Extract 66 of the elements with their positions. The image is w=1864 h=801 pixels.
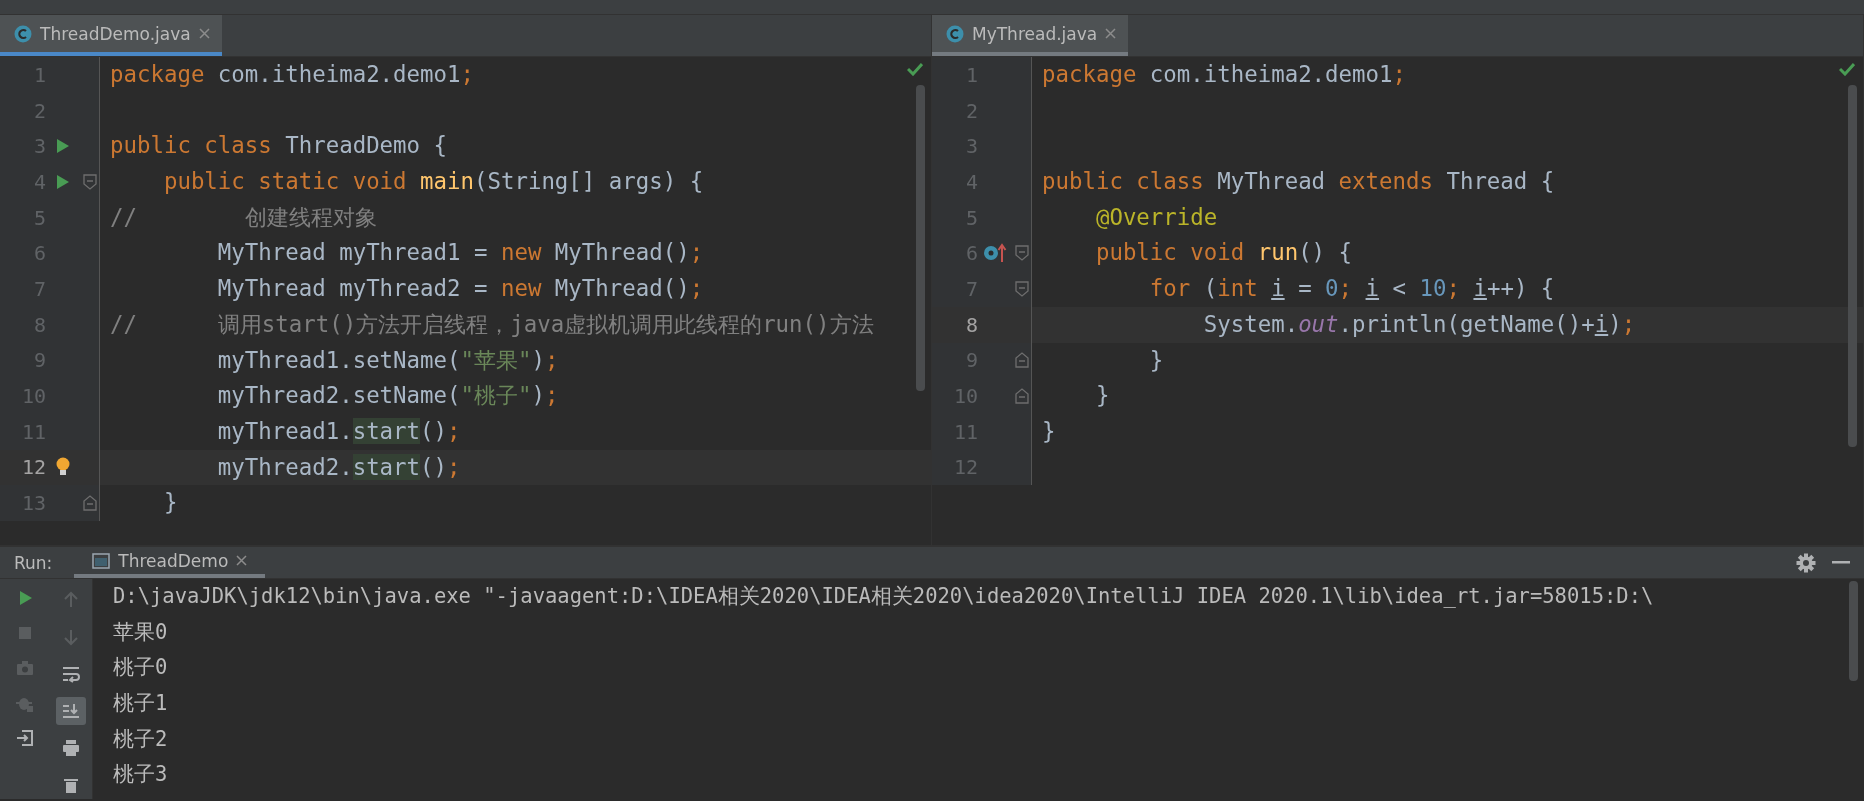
console-icon	[92, 552, 111, 569]
fold-icon[interactable]	[83, 173, 97, 190]
close-icon[interactable]	[236, 555, 248, 566]
line-number: 8	[964, 312, 978, 337]
run-tab[interactable]: ThreadDemo	[74, 547, 266, 578]
wrap-icon	[62, 665, 80, 683]
scrollbar-thumb[interactable]	[1848, 85, 1857, 447]
code-line: // 调用start()方法开启线程，java虚拟机调用此线程的run()方法	[110, 310, 874, 337]
console-line: D:\javaJDK\jdk12\bin\java.exe "-javaagent:D:\IDEA相关2020\IDEA相关2020\idea2020\IntelliJ IDEA 2020.1\lib\idea_rt.jar=58015:D:\	[113, 583, 1654, 610]
line-number: 12	[20, 455, 46, 480]
trash-icon	[62, 776, 80, 794]
run-icon[interactable]	[56, 173, 70, 190]
print-icon	[62, 739, 80, 757]
code-line: MyThread myThread2 = new MyThread();	[216, 275, 704, 302]
file-tab[interactable]: ThreadDemo.java	[0, 15, 222, 56]
fold-icon[interactable]	[1015, 280, 1029, 297]
code-line: package com.itheima2.demo1;	[110, 61, 474, 87]
scrollbar-thumb[interactable]	[916, 85, 925, 391]
fold-icon[interactable]	[1015, 245, 1029, 262]
code-line: }	[1042, 417, 1056, 444]
run-label: Run:	[13, 552, 54, 573]
code-line: }	[1094, 382, 1110, 409]
code-line: public class MyThread extends Thread {	[1042, 168, 1555, 195]
code-line: System.out.println(getName()+i);	[1202, 310, 1636, 337]
console-line: 桃子3	[113, 761, 169, 789]
code-line: MyThread myThread1 = new MyThread();	[216, 239, 704, 266]
exit-icon[interactable]	[16, 729, 34, 747]
code-line: // 创建线程对象	[110, 203, 377, 230]
scroll-end-button[interactable]	[56, 697, 86, 725]
console-line: 桃子1	[113, 690, 169, 718]
code-line: }	[1148, 346, 1164, 373]
fold-icon[interactable]	[1015, 352, 1029, 369]
override-icon[interactable]	[983, 243, 1007, 264]
minimize-icon[interactable]	[1832, 560, 1850, 565]
code-line: myThread1.setName("苹果");	[216, 346, 559, 373]
settings-icon[interactable]	[1796, 552, 1816, 573]
code-line: public class ThreadDemo {	[110, 132, 447, 159]
run-icon[interactable]	[56, 138, 70, 155]
fold-icon[interactable]	[1015, 388, 1029, 405]
checkmark-icon	[907, 63, 923, 76]
tab-label: ThreadDemo.java	[40, 23, 191, 44]
code-line: for (int i = 0; i < 10; i++) {	[1148, 275, 1555, 302]
close-icon[interactable]	[1105, 28, 1117, 39]
lightbulb-icon[interactable]	[56, 457, 70, 478]
code-line: public void run() {	[1094, 239, 1353, 266]
code-line: myThread1.start();	[216, 417, 461, 444]
code-line: myThread2.start();	[216, 453, 461, 480]
tab-label: MyThread.java	[972, 23, 1098, 44]
code-line: package com.itheima2.demo1;	[1042, 61, 1406, 87]
checkmark-icon	[1839, 63, 1855, 76]
class-file-icon	[14, 24, 32, 43]
code-line: }	[162, 489, 178, 516]
down-icon	[62, 628, 80, 646]
fold-icon[interactable]	[83, 495, 97, 512]
console-line: 苹果0	[113, 618, 169, 646]
code-line: public static void main(String[] args) {	[162, 168, 704, 195]
scroll-end-icon	[62, 702, 80, 720]
console-line: 桃子2	[113, 725, 169, 753]
file-tab[interactable]: MyThread.java	[932, 15, 1129, 56]
scrollbar-thumb[interactable]	[1849, 581, 1858, 681]
console-line: 桃子0	[113, 654, 169, 682]
close-icon[interactable]	[198, 28, 210, 39]
code-line: myThread2.setName("桃子");	[216, 382, 559, 409]
class-file-icon	[946, 24, 964, 43]
up-icon	[62, 591, 80, 609]
code-line: @Override	[1094, 203, 1218, 230]
